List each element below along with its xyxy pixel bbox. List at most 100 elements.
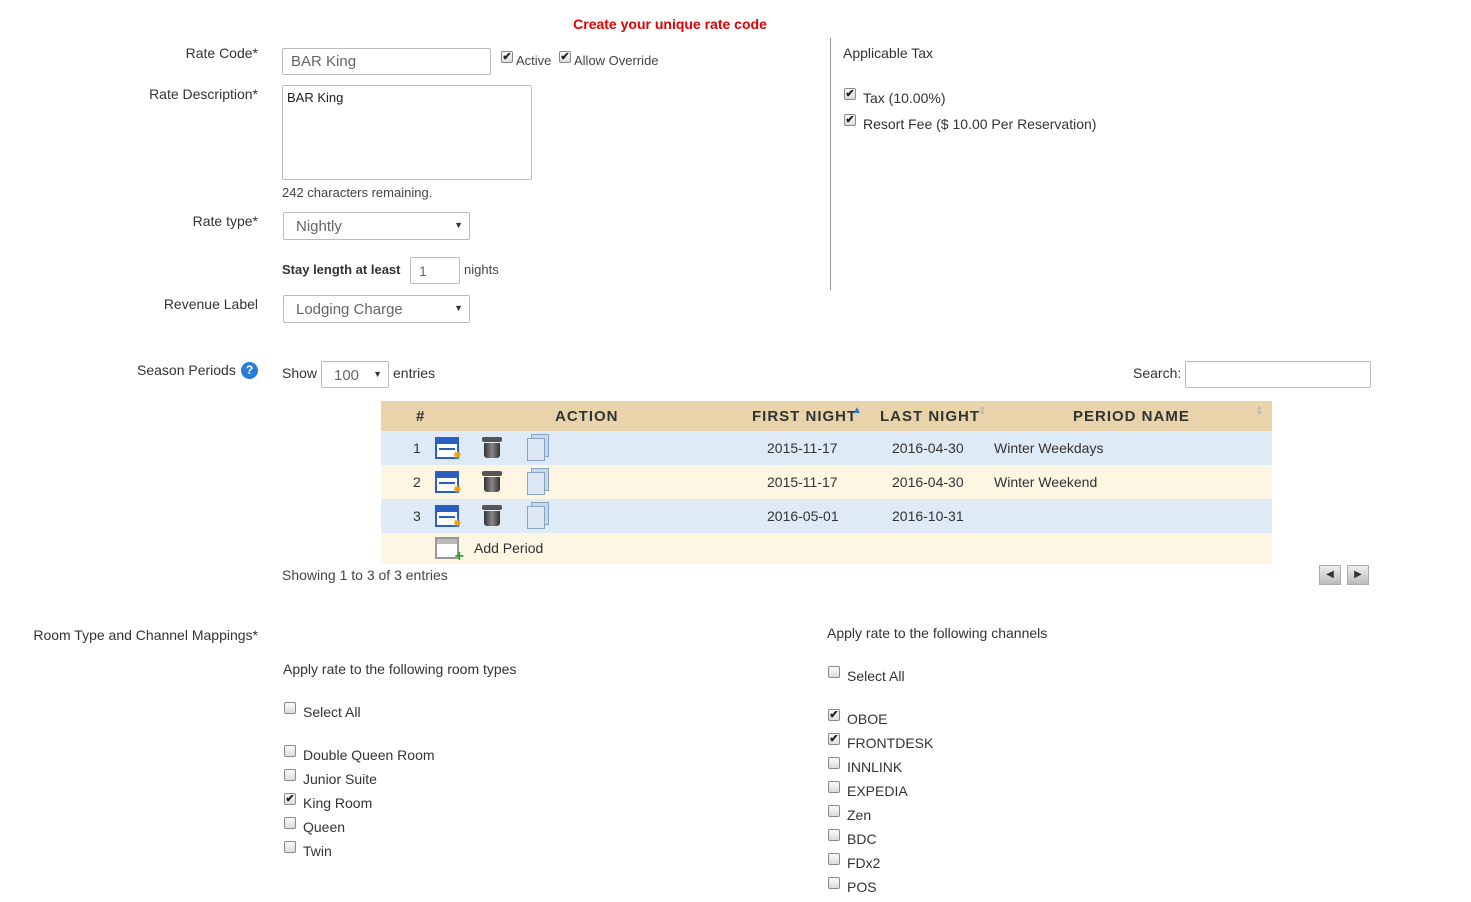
trash-icon[interactable] bbox=[481, 503, 503, 527]
channel-checkbox-pos[interactable] bbox=[828, 877, 840, 889]
first-night: 2015-11-17 bbox=[767, 440, 838, 456]
room-checkbox-queen[interactable] bbox=[284, 817, 296, 829]
copy-icon[interactable] bbox=[525, 434, 549, 461]
col-first-night[interactable]: FIRST NIGHT bbox=[752, 408, 857, 425]
col-num[interactable]: # bbox=[416, 408, 425, 425]
last-night: 2016-10-31 bbox=[892, 508, 964, 524]
rate-type-select[interactable]: Nightly ▼ bbox=[283, 212, 470, 240]
room-label: King Room bbox=[303, 795, 373, 811]
allow-override-label: Allow Override bbox=[574, 53, 659, 68]
channel-checkbox-fdx2[interactable] bbox=[828, 853, 840, 865]
show-label: Show bbox=[282, 365, 318, 381]
sort-icon: ⇕ bbox=[978, 406, 987, 417]
rate-type-value: Nightly bbox=[296, 218, 342, 235]
channel-label: INNLINK bbox=[847, 759, 903, 775]
revenue-label-label: Revenue Label bbox=[163, 296, 258, 312]
rate-description-label: Rate Description* bbox=[149, 86, 258, 102]
channel-checkbox-frontdesk[interactable]: ✔ bbox=[828, 733, 840, 745]
rate-description-textarea[interactable]: BAR King bbox=[282, 85, 532, 180]
room-select-all-label: Select All bbox=[303, 704, 361, 720]
next-page-button[interactable]: ▶ bbox=[1347, 565, 1369, 585]
channel-label: FRONTDESK bbox=[847, 735, 934, 751]
channel-checkbox-expedia[interactable] bbox=[828, 781, 840, 793]
first-night: 2015-11-17 bbox=[767, 474, 838, 490]
trash-icon[interactable] bbox=[481, 435, 503, 459]
search-label: Search: bbox=[1133, 365, 1182, 381]
active-checkbox[interactable]: ✔ bbox=[501, 51, 513, 63]
season-periods-label: Season Periods bbox=[137, 362, 236, 378]
room-label: Double Queen Room bbox=[303, 747, 435, 763]
channel-label: FDx2 bbox=[847, 855, 881, 871]
stay-length-label: Stay length at least bbox=[282, 262, 401, 277]
trash-icon[interactable] bbox=[481, 469, 503, 493]
room-checkbox-twin[interactable] bbox=[284, 841, 296, 853]
channel-label: POS bbox=[847, 879, 877, 895]
prev-page-button[interactable]: ◀ bbox=[1319, 565, 1341, 585]
room-checkbox-junior-suite[interactable] bbox=[284, 769, 296, 781]
room-label: Queen bbox=[303, 819, 346, 835]
room-label: Junior Suite bbox=[303, 771, 377, 787]
channels-heading: Apply rate to the following channels bbox=[827, 625, 1048, 641]
tax-checkbox[interactable]: ✔ bbox=[844, 88, 856, 100]
vertical-divider bbox=[830, 38, 831, 290]
last-night: 2016-04-30 bbox=[892, 440, 964, 456]
chevron-down-icon: ▼ bbox=[373, 369, 382, 379]
chevron-down-icon: ▼ bbox=[454, 303, 463, 313]
channel-checkbox-zen[interactable] bbox=[828, 805, 840, 817]
chevron-down-icon: ▼ bbox=[454, 220, 463, 230]
channel-label: OBOE bbox=[847, 711, 888, 727]
rate-code-label: Rate Code* bbox=[185, 45, 258, 61]
channel-label: BDC bbox=[847, 831, 877, 847]
stay-length-input[interactable] bbox=[410, 257, 460, 284]
table-info: Showing 1 to 3 of 3 entries bbox=[282, 567, 448, 583]
revenue-label-value: Lodging Charge bbox=[296, 301, 403, 318]
rate-code-input[interactable] bbox=[282, 48, 491, 75]
help-icon[interactable]: ? bbox=[241, 362, 258, 379]
room-types-heading: Apply rate to the following room types bbox=[283, 661, 517, 677]
add-period-link[interactable]: Add Period bbox=[474, 540, 543, 556]
channel-select-all-checkbox[interactable] bbox=[828, 666, 840, 678]
channel-label: EXPEDIA bbox=[847, 783, 908, 799]
page-size-value: 100 bbox=[334, 367, 360, 384]
first-night: 2016-05-01 bbox=[767, 508, 839, 524]
channel-checkbox-bdc[interactable] bbox=[828, 829, 840, 841]
period-name: Winter Weekdays bbox=[994, 440, 1104, 456]
mappings-label: Room Type and Channel Mappings* bbox=[33, 627, 258, 643]
sort-icon: ⇕ bbox=[1255, 406, 1264, 417]
allow-override-checkbox[interactable]: ✔ bbox=[559, 51, 571, 63]
period-name: Winter Weekend bbox=[994, 474, 1098, 490]
copy-icon[interactable] bbox=[525, 502, 549, 529]
page-size-select[interactable]: 100 ▼ bbox=[321, 361, 389, 388]
resort-fee-checkbox[interactable]: ✔ bbox=[844, 114, 856, 126]
row-num: 3 bbox=[413, 508, 421, 524]
channel-label: Zen bbox=[847, 807, 872, 823]
edit-period-icon[interactable]: ✸ bbox=[435, 437, 462, 462]
add-period-icon[interactable]: + bbox=[435, 537, 464, 565]
room-checkbox-double-queen[interactable] bbox=[284, 745, 296, 757]
channel-checkbox-oboe[interactable]: ✔ bbox=[828, 709, 840, 721]
entries-label: entries bbox=[393, 365, 436, 381]
row-num: 1 bbox=[413, 440, 421, 456]
chars-remaining: 242 characters remaining. bbox=[282, 185, 433, 200]
active-label: Active bbox=[516, 53, 552, 68]
copy-icon[interactable] bbox=[525, 468, 549, 495]
search-input[interactable] bbox=[1185, 361, 1371, 388]
col-last-night[interactable]: LAST NIGHT bbox=[880, 408, 980, 425]
room-select-all-checkbox[interactable] bbox=[284, 702, 296, 714]
tax-label: Tax (10.00%) bbox=[863, 90, 946, 106]
revenue-label-select[interactable]: Lodging Charge ▼ bbox=[283, 295, 470, 323]
room-label: Twin bbox=[303, 843, 332, 859]
sort-asc-icon: ▲ bbox=[852, 405, 862, 416]
edit-period-icon[interactable]: ✸ bbox=[435, 471, 462, 496]
col-action: ACTION bbox=[555, 408, 619, 425]
col-period-name[interactable]: PERIOD NAME bbox=[1073, 408, 1190, 425]
edit-period-icon[interactable]: ✸ bbox=[435, 505, 462, 530]
last-night: 2016-04-30 bbox=[892, 474, 964, 490]
row-num: 2 bbox=[413, 474, 421, 490]
channel-checkbox-innlink[interactable] bbox=[828, 757, 840, 769]
room-checkbox-king[interactable]: ✔ bbox=[284, 793, 296, 805]
tax-heading: Applicable Tax bbox=[843, 45, 934, 61]
resort-fee-label: Resort Fee ($ 10.00 Per Reservation) bbox=[863, 116, 1097, 132]
channel-select-all-label: Select All bbox=[847, 668, 905, 684]
stay-length-unit: nights bbox=[464, 262, 499, 277]
